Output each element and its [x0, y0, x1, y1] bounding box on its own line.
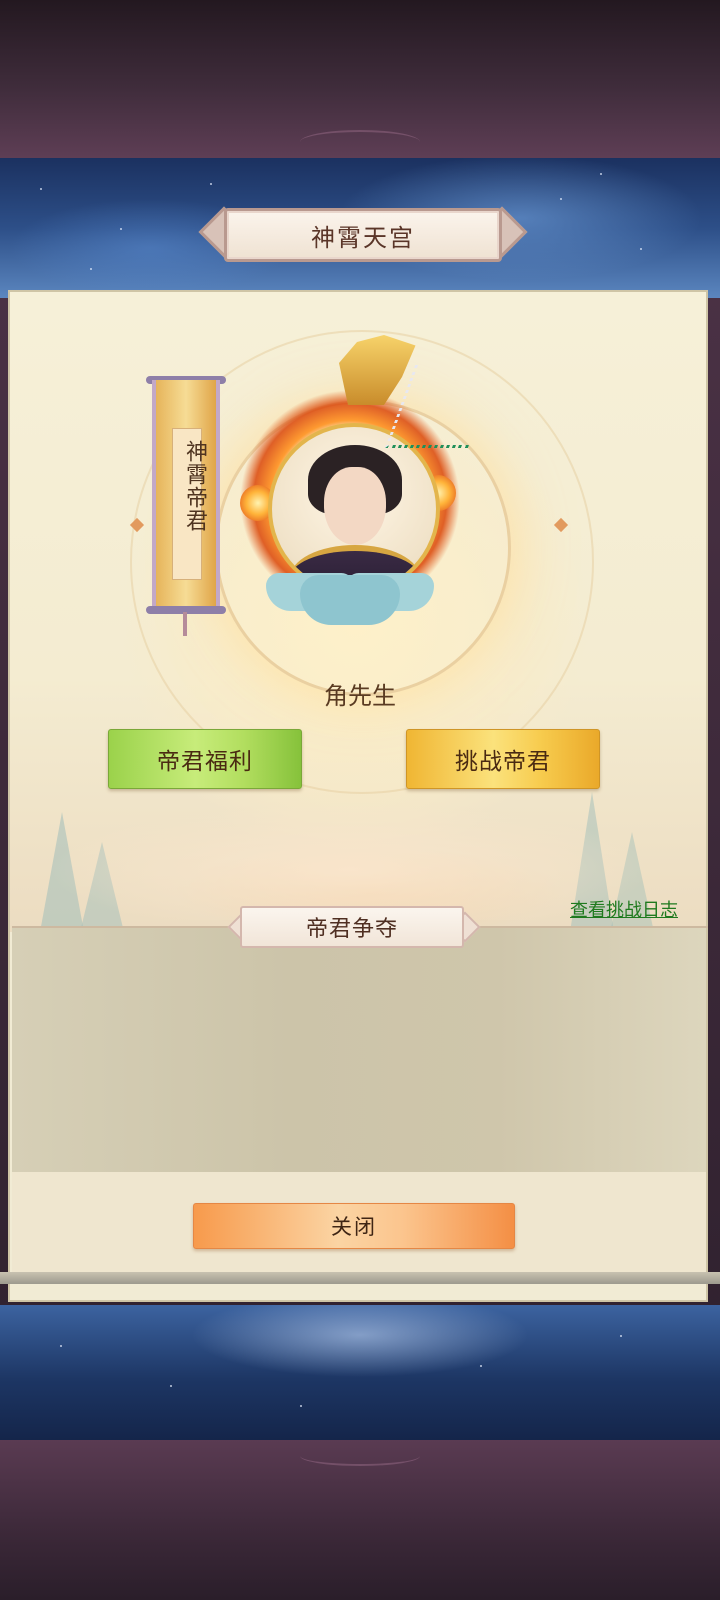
- bottom-ornament: [300, 1446, 420, 1466]
- page-title: 神霄天宫: [311, 223, 415, 252]
- section-header: 帝君争夺: [240, 906, 464, 948]
- title-banner: 神霄帝君: [152, 380, 220, 612]
- sky-background-bottom: [0, 1305, 720, 1440]
- portrait-face: [324, 467, 386, 545]
- emperor-name: 角先生: [324, 682, 396, 710]
- emperor-portrait[interactable]: [220, 335, 499, 655]
- banner-tassel: [183, 612, 187, 636]
- panel-bottom-rim: [0, 1272, 720, 1284]
- emperor-benefit-label: 帝君福利: [157, 749, 253, 775]
- portrait-frame: [268, 423, 440, 595]
- challenge-emperor-label: 挑战帝君: [455, 749, 551, 775]
- section-title: 帝君争夺: [305, 917, 398, 942]
- emperor-benefit-button[interactable]: 帝君福利: [108, 729, 302, 789]
- title-plate: 神霄天宫: [224, 208, 502, 262]
- cloud-pedestal: [300, 575, 400, 625]
- challenge-emperor-button[interactable]: 挑战帝君: [406, 729, 600, 789]
- contest-content-area: [12, 928, 706, 1172]
- close-button[interactable]: 关闭: [193, 1203, 515, 1249]
- challenge-log-link[interactable]: 查看挑战日志: [570, 896, 678, 922]
- close-label: 关闭: [331, 1215, 377, 1239]
- top-ornament: [300, 130, 420, 154]
- banner-text: 神霄帝君: [182, 440, 207, 532]
